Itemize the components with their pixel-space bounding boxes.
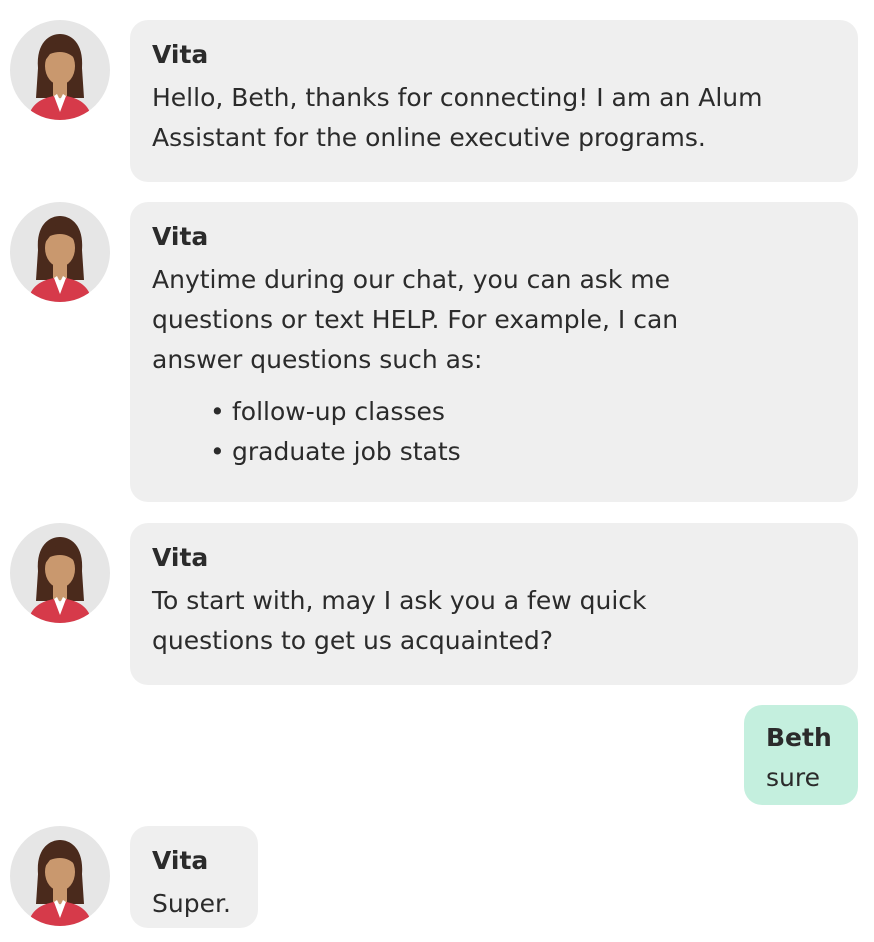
message-bubble: Vita Anytime during our chat, you can as… (130, 202, 858, 502)
list-item: • graduate job stats (210, 432, 836, 472)
message-line: To start with, may I ask you a few quick (152, 586, 647, 615)
message-line: Anytime during our chat, you can ask me (152, 265, 670, 294)
list-item-label: follow-up classes (232, 397, 445, 426)
sender-name: Vita (152, 222, 209, 251)
message-line: sure (766, 763, 820, 792)
woman-avatar-icon (10, 20, 110, 120)
example-list: • follow-up classes • graduate job stats (152, 392, 836, 472)
message-bubble: Vita Super. (130, 826, 258, 928)
message-line: Super. (152, 889, 231, 918)
list-item-label: graduate job stats (232, 437, 461, 466)
sender-name: Beth (766, 723, 832, 752)
bullet-icon: • (210, 437, 225, 466)
bullet-icon: • (210, 397, 225, 426)
list-item: • follow-up classes (210, 392, 836, 432)
message-line: Hello, Beth, thanks for connecting! I am… (152, 83, 763, 112)
user-message-bubble: Beth sure (744, 705, 858, 805)
message-bubble: Vita To start with, may I ask you a few … (130, 523, 858, 685)
message-line: questions or text HELP. For example, I c… (152, 305, 679, 334)
sender-name: Vita (152, 846, 209, 875)
woman-avatar-icon (10, 826, 110, 926)
message-line: Assistant for the online executive progr… (152, 123, 706, 152)
woman-avatar-icon (10, 202, 110, 302)
woman-avatar-icon (10, 523, 110, 623)
sender-name: Vita (152, 543, 209, 572)
message-bubble: Vita Hello, Beth, thanks for connecting!… (130, 20, 858, 182)
sender-name: Vita (152, 40, 209, 69)
message-line: questions to get us acquainted? (152, 626, 554, 655)
message-line: answer questions such as: (152, 345, 483, 374)
